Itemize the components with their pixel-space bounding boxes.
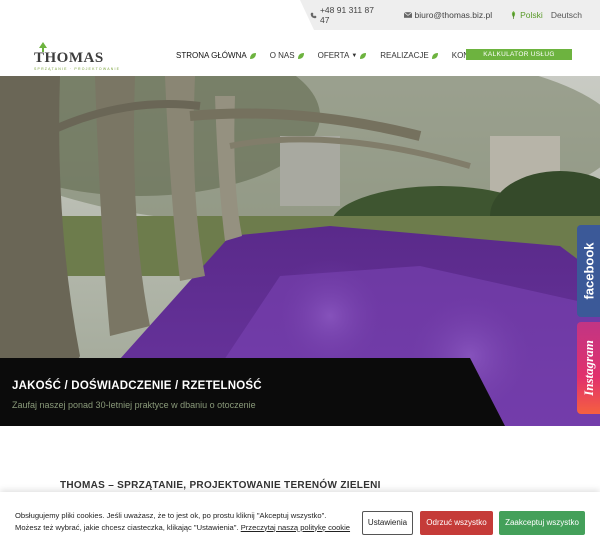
leaf-icon <box>431 52 438 59</box>
instagram-tab[interactable]: Instagram <box>577 322 600 414</box>
chevron-down-icon: ▼ <box>351 52 358 59</box>
cookie-message: Obsługujemy pliki cookies. Jeśli uważasz… <box>15 510 355 533</box>
cookie-settings-button[interactable]: Ustawienia <box>362 511 413 535</box>
hero-caption-band <box>0 358 505 426</box>
email-address: biuro@thomas.biz.pl <box>414 10 493 20</box>
facebook-tab[interactable]: facebook <box>577 225 600 317</box>
cookie-text-line1: Obsługujemy pliki cookies. Jeśli uważasz… <box>15 511 327 520</box>
calculator-button[interactable]: KALKULATOR USŁUG <box>466 49 572 60</box>
phone-icon <box>310 12 317 18</box>
logo-tagline: SPRZĄTANIE · PROJEKTOWANIE <box>34 67 121 71</box>
accept-all-button[interactable]: Zaakceptuj wszystko <box>499 511 585 535</box>
cookie-policy-link[interactable]: Przeczytaj naszą politykę cookie <box>241 523 350 532</box>
logo-name: THOMAS <box>34 50 104 66</box>
leaf-icon <box>297 52 304 59</box>
nav-item-label: STRONA GŁÓWNA <box>176 51 247 60</box>
top-contact-bar: +48 91 311 87 47 biuro@thomas.biz.pl Pol… <box>0 0 600 30</box>
email-link[interactable]: biuro@thomas.biz.pl <box>403 10 493 20</box>
leaf-icon <box>360 52 367 59</box>
language-polish[interactable]: Polski <box>520 10 543 20</box>
reject-all-button[interactable]: Odrzuć wszystko <box>420 511 493 535</box>
phone-number: +48 91 311 87 47 <box>319 5 374 25</box>
nav-item-projects[interactable]: REALIZACJE <box>380 51 438 60</box>
leaf-icon <box>511 11 516 19</box>
nav-item-home[interactable]: STRONA GŁÓWNA <box>176 51 256 60</box>
hero-title: JAKOŚĆ / DOŚWIADCZENIE / RZETELNOŚĆ <box>12 380 262 392</box>
nav-item-label: REALIZACJE <box>380 51 429 60</box>
cookie-text-line2: Możesz też wybrać, jakie chcesz ciastecz… <box>15 522 239 532</box>
instagram-label: Instagram <box>580 340 596 396</box>
nav-item-about[interactable]: O NAS <box>270 51 304 60</box>
section-heading: THOMAS – SPRZĄTANIE, PROJEKTOWANIE TEREN… <box>60 480 381 491</box>
phone-link[interactable]: +48 91 311 87 47 <box>310 5 386 25</box>
facebook-label: facebook <box>581 242 596 300</box>
main-navigation: STRONA GŁÓWNA O NAS OFERTA ▼ REALIZACJE … <box>176 51 503 60</box>
cookie-consent-bar: Obsługujemy pliki cookies. Jeśli uważasz… <box>0 492 600 560</box>
leaf-icon <box>249 52 256 59</box>
nav-item-label: O NAS <box>269 51 295 60</box>
mail-icon <box>403 12 412 18</box>
language-switcher: Polski Deutsch <box>510 10 582 20</box>
site-logo[interactable]: THOMAS SPRZĄTANIE · PROJEKTOWANIE <box>34 42 119 71</box>
hero-subtitle: Zaufaj naszej ponad 30-letniej praktyce … <box>12 400 256 410</box>
language-german[interactable]: Deutsch <box>551 10 582 20</box>
nav-item-label: OFERTA <box>317 51 350 60</box>
nav-item-offer[interactable]: OFERTA ▼ <box>318 51 367 60</box>
